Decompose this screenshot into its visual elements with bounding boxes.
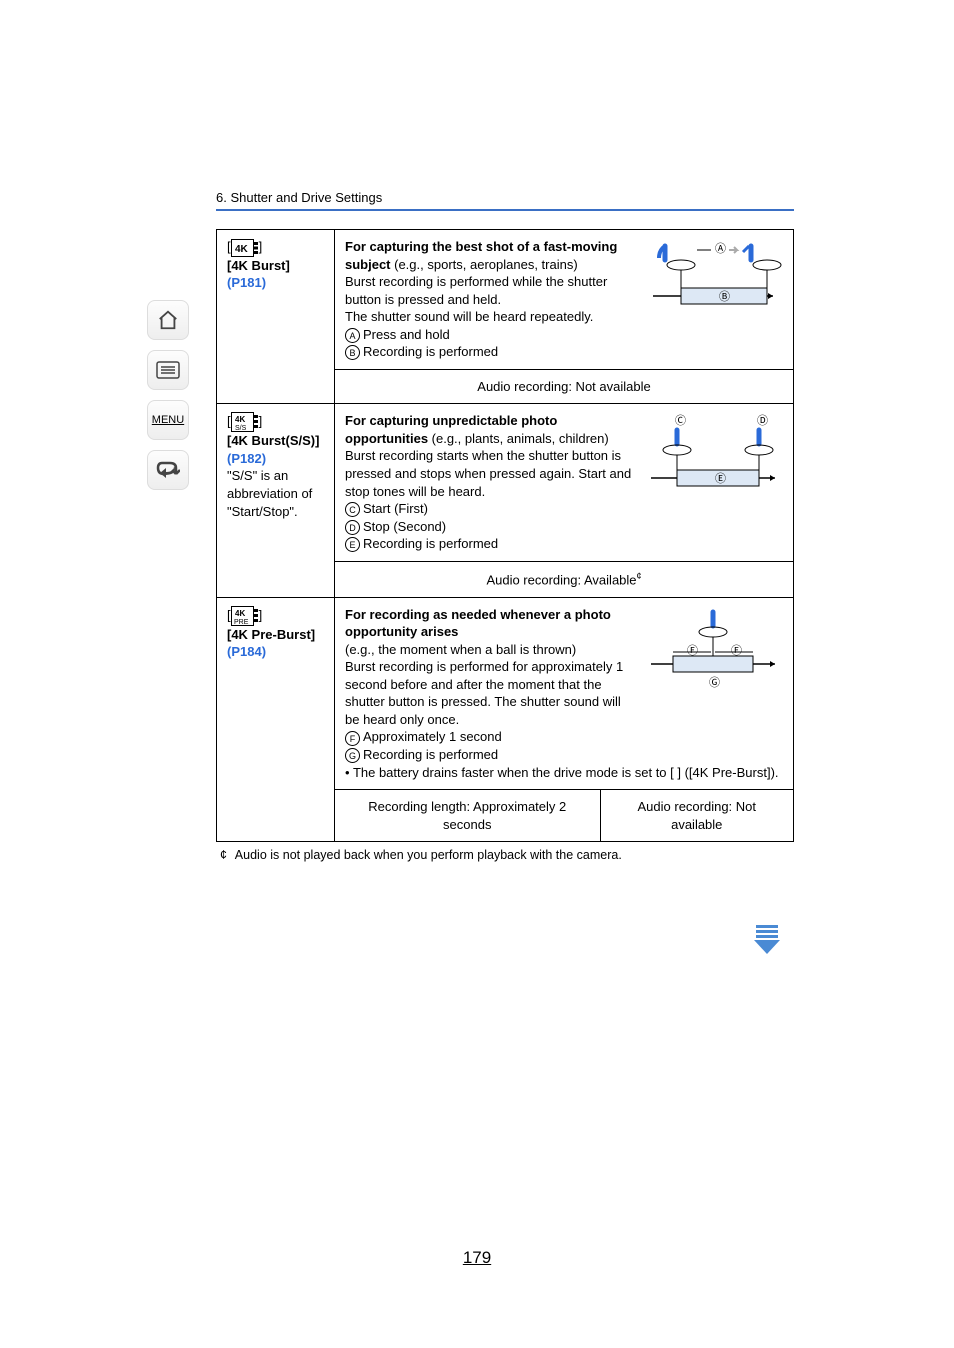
mode-icon-bracket: [4K] bbox=[227, 238, 324, 257]
marker-circle: D bbox=[345, 520, 360, 535]
svg-text:Ⓑ: Ⓑ bbox=[719, 290, 730, 303]
home-icon bbox=[157, 309, 179, 331]
svg-text:Ⓓ: Ⓓ bbox=[757, 414, 768, 427]
mode-icon-bracket: [4KPRE] bbox=[227, 606, 324, 626]
desc-item-text: Approximately 1 second bbox=[363, 729, 502, 744]
mode-icon-bracket: [4KS/S] bbox=[227, 412, 324, 432]
4k-burst-ss-icon: 4KS/S bbox=[231, 412, 259, 432]
desc-item-text: Press and hold bbox=[363, 327, 450, 342]
marker-circle: G bbox=[345, 748, 360, 763]
desc-bullet-text: The battery drains faster when the drive… bbox=[353, 765, 779, 780]
svg-text:4K: 4K bbox=[235, 244, 249, 255]
page-reference-link[interactable]: (P182) bbox=[227, 450, 324, 468]
bracket: ] bbox=[259, 414, 263, 429]
menu-button[interactable]: MENU bbox=[147, 400, 189, 440]
audio-info: Audio recording: Not available bbox=[335, 369, 794, 404]
desc-examples: (e.g., sports, aeroplanes, trains) bbox=[391, 257, 578, 272]
breadcrumb: 6. Shutter and Drive Settings bbox=[216, 190, 794, 211]
svg-text:4K: 4K bbox=[235, 415, 245, 424]
marker-circle: F bbox=[345, 731, 360, 746]
contents-icon bbox=[156, 361, 180, 379]
4k-burst-icon: 4K bbox=[231, 239, 259, 257]
svg-text:4K: 4K bbox=[235, 609, 245, 618]
svg-text:Ⓕ: Ⓕ bbox=[687, 644, 698, 657]
svg-text:PRE: PRE bbox=[234, 619, 249, 626]
svg-text:Ⓔ: Ⓔ bbox=[715, 472, 726, 485]
desc-item-text: Stop (Second) bbox=[363, 519, 446, 534]
table-row: [4KS/S] [4K Burst(S/S)] (P182) "S/S" is … bbox=[217, 404, 794, 561]
continue-arrow-icon bbox=[750, 925, 784, 958]
page-reference-link[interactable]: (P181) bbox=[227, 274, 324, 292]
marker-circle: C bbox=[345, 502, 360, 517]
footnote-marker: ¢ bbox=[220, 848, 232, 862]
desc-item: BRecording is performed bbox=[345, 343, 783, 361]
desc-item-text: Start (First) bbox=[363, 501, 428, 516]
svg-text:Ⓖ: Ⓖ bbox=[709, 676, 720, 689]
audio-text: Audio recording: Available bbox=[486, 572, 636, 587]
svg-text:Ⓒ: Ⓒ bbox=[675, 414, 686, 427]
contents-button[interactable] bbox=[147, 350, 189, 390]
page-reference-link[interactable]: (P184) bbox=[227, 643, 324, 661]
desc-item-text: Recording is performed bbox=[363, 747, 498, 762]
svg-text:Ⓕ: Ⓕ bbox=[731, 644, 742, 657]
footnote-text: Audio is not played back when you perfor… bbox=[235, 848, 622, 862]
desc-examples: (e.g., plants, animals, children) bbox=[428, 431, 609, 446]
desc-item-text: Recording is performed bbox=[363, 344, 498, 359]
svg-text:Ⓐ: Ⓐ bbox=[715, 242, 726, 255]
mode-note: "S/S" is an abbreviation of "Start/Stop"… bbox=[227, 467, 324, 520]
recording-length-info: Recording length: Approximately 2 second… bbox=[335, 790, 601, 842]
back-icon bbox=[156, 460, 180, 480]
table-row: [4KPRE] [4K Pre-Burst] (P184) bbox=[217, 597, 794, 789]
bracket: ] bbox=[259, 607, 263, 622]
burst-diagram: Ⓐ Ⓑ bbox=[643, 238, 783, 329]
mode-name: [4K Burst(S/S)] bbox=[227, 432, 324, 450]
desc-item: DStop (Second) bbox=[345, 518, 783, 536]
menu-label: MENU bbox=[152, 414, 184, 426]
desc-item: ERecording is performed bbox=[345, 535, 783, 553]
footnote: ¢ Audio is not played back when you perf… bbox=[216, 848, 794, 862]
bracket: ] bbox=[259, 239, 263, 254]
home-button[interactable] bbox=[147, 300, 189, 340]
burst-ss-diagram: Ⓒ Ⓓ bbox=[643, 412, 783, 503]
desc-item: FApproximately 1 second bbox=[345, 728, 783, 746]
svg-text:S/S: S/S bbox=[235, 425, 247, 432]
table-row: [4K] [4K Burst] (P181) bbox=[217, 230, 794, 370]
page-content: 6. Shutter and Drive Settings [4K] [4K B… bbox=[216, 190, 794, 862]
sidebar: MENU bbox=[140, 300, 196, 490]
audio-info: Audio recording: Not available bbox=[600, 790, 793, 842]
modes-table: [4K] [4K Burst] (P181) bbox=[216, 229, 794, 842]
mode-name: [4K Burst] bbox=[227, 257, 324, 275]
footnote-ref: ¢ bbox=[637, 571, 642, 581]
desc-item: GRecording is performed bbox=[345, 746, 783, 764]
back-button[interactable] bbox=[147, 450, 189, 490]
page-number: 179 bbox=[0, 1248, 954, 1268]
marker-circle: A bbox=[345, 328, 360, 343]
audio-info: Audio recording: Available¢ bbox=[335, 561, 794, 597]
pre-burst-diagram: Ⓕ Ⓕ Ⓖ bbox=[643, 606, 783, 703]
mode-name: [4K Pre-Burst] bbox=[227, 626, 324, 644]
desc-bullet: • The battery drains faster when the dri… bbox=[345, 764, 783, 782]
desc-item-text: Recording is performed bbox=[363, 536, 498, 551]
marker-circle: E bbox=[345, 537, 360, 552]
marker-circle: B bbox=[345, 345, 360, 360]
4k-pre-burst-icon: 4KPRE bbox=[231, 606, 259, 626]
desc-heading: For recording as needed whenever a photo… bbox=[345, 607, 611, 640]
